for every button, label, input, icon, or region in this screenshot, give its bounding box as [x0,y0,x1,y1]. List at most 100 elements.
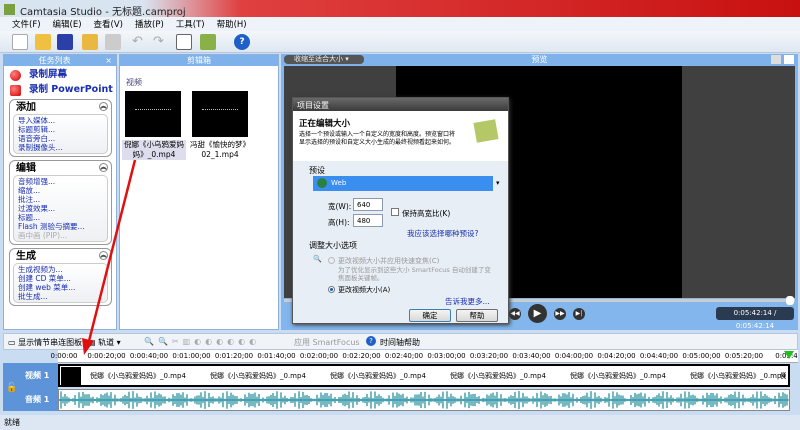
powerpoint-icon [10,84,21,96]
preset-value: Web [331,179,347,187]
ruler-tick: 0:04:20;00 [597,352,636,360]
video-track[interactable]: 倪娜《小乌鸦爱妈妈》_0.mp4 倪娜《小乌鸦爱妈妈》_0.mp4 倪娜《小乌鸦爱妈… [58,364,790,387]
help-icon[interactable]: ? [234,34,250,50]
timeline-help-button[interactable]: 时间轴帮助 [380,337,420,348]
ruler-tick: 0:04:40;00 [639,352,679,360]
new-icon[interactable] [12,34,28,50]
rewind-icon[interactable]: ◀◀ [509,308,521,320]
tell-me-more-link[interactable]: 告诉我更多... [445,296,490,307]
dialog-heading: 正在编辑大小 [299,119,351,129]
group-title: 添加 [16,102,36,113]
record-screen-button[interactable]: 录制屏幕 [10,69,116,81]
clip-label: 倪娜《小乌鸦爱妈妈》_0.mp4 [690,372,786,380]
web-menu-link[interactable]: 创建 web 菜单... [18,283,103,292]
preset-select[interactable]: Web ▾ [313,176,500,191]
task-list-icon[interactable] [176,34,192,50]
menu-view[interactable]: 查看(V) [94,18,123,30]
height-input[interactable]: 480 [353,214,383,227]
option2-radio[interactable] [328,286,335,293]
produce-video-link[interactable]: 生成视频为... [18,265,103,274]
group-title: 编辑 [16,163,36,174]
help-icon[interactable]: ? [366,336,376,346]
seek-handle[interactable] [786,296,794,305]
ruler-tick: 0:00:20;00 [87,352,126,360]
import-icon[interactable] [82,34,98,50]
close-icon[interactable]: × [105,55,112,66]
audio-track[interactable] [58,389,790,411]
clip-name[interactable]: 冯甜《愉快的梦》02_1.mp4 [188,140,252,160]
zoom-link[interactable]: 缩放... [18,186,103,195]
redo-icon[interactable]: ↷ [153,34,169,50]
menu-help[interactable]: 帮助(H) [217,18,247,30]
cd-menu-link[interactable]: 创建 CD 菜单... [18,274,103,283]
dialog-title: 项目设置 [293,98,508,111]
track-header: 🔓 视频 1 音频 1 [3,363,58,411]
menu-file[interactable]: 文件(F) [12,18,41,30]
collapse-icon[interactable]: ︽ [99,163,108,172]
captions-link[interactable]: 标题... [18,213,103,222]
clip-thumbnail[interactable] [192,91,248,137]
audio-enhance-link[interactable]: 音频增强... [18,177,103,186]
produce-icon[interactable] [200,34,216,50]
width-input[interactable]: 640 [353,198,383,211]
smartfocus-label: 应用 SmartFocus [294,338,360,347]
fullscreen-icon[interactable] [771,55,781,64]
tracks-button[interactable]: ▤ 轨道 ▾ [88,337,121,348]
menu-bar: 文件(F) 编辑(E) 查看(V) 播放(P) 工具(T) 帮助(H) [0,17,800,31]
which-preset-link[interactable]: 我应该选择哪种预设? [407,228,478,239]
save-as-icon[interactable] [105,34,121,50]
tracks-label: 轨道 [98,338,115,347]
ruler-tick: 0:00:40;00 [129,352,169,360]
timeline-ruler[interactable]: 0:00:00 0:00:20;00 0:00:40;00 0:01:00;00 0:0… [51,350,798,363]
clip-name[interactable]: 倪娜《小乌鸦爱妈妈》_0.mp4 [122,140,186,160]
resize-options-label: 调整大小选项 [309,241,357,250]
record-screen-label: 录制屏幕 [29,69,68,80]
menu-play[interactable]: 播放(P) [135,18,164,30]
voice-narration-link[interactable]: 语音旁白... [18,134,103,143]
produce-group: 生成 ︽ 生成视频为... 创建 CD 菜单... 创建 web 菜单... 批生成..… [9,248,112,306]
fast-forward-icon[interactable]: ▶▶ [554,308,566,320]
record-icon [10,69,21,81]
record-camera-link[interactable]: 录制摄像头... [18,143,103,152]
callouts-link[interactable]: 批注... [18,195,103,204]
collapse-icon[interactable]: ︽ [99,251,108,260]
next-icon[interactable]: ▶| [573,308,585,320]
clip-thumbnail[interactable] [125,91,181,137]
lock-icon[interactable]: 🔓 [6,383,17,393]
storyboard-button[interactable]: ▭ 显示情节串连图板 [8,337,82,348]
camtasia-logo-icon [473,119,499,143]
menu-tools[interactable]: 工具(T) [176,18,205,30]
record-ppt-button[interactable]: 录制 PowerPoint [10,84,116,96]
ruler-tick: 0:00:00 [50,352,78,360]
play-icon[interactable]: ▶ [528,304,547,323]
collapse-icon[interactable]: ︽ [99,102,108,111]
ok-button[interactable]: 确定 [409,309,451,322]
zoom-select[interactable]: 收缩至适合大小 ▾ [284,55,364,64]
batch-produce-link[interactable]: 批生成... [18,292,103,301]
clip-label: 倪娜《小乌鸦爱妈妈》_0.mp4 [330,372,426,380]
keep-ratio-checkbox[interactable] [391,208,399,216]
option1-note: 为了优化显示到这些大小 SmartFocus 自动创建了变焦面板关键帧。 [338,266,491,282]
detach-icon[interactable] [784,55,794,64]
flash-quiz-link[interactable]: Flash 测验与摘要... [18,222,103,231]
toolbar: ↶ ↷ ? [0,31,800,53]
undo-icon[interactable]: ↶ [132,34,148,50]
ruler-tick: 0:03:00;00 [427,352,466,360]
save-icon[interactable] [57,34,73,50]
record-ppt-label: 录制 PowerPoint [29,84,113,95]
ruler-tick: 0:03:20;00 [469,352,509,360]
playhead-marker[interactable] [784,351,794,359]
title-clip-link[interactable]: 标题剪辑... [18,125,103,134]
dropdown-arrow-icon[interactable]: ▾ [496,179,500,187]
keep-ratio-label: 保持高宽比(K) [402,209,451,218]
ruler-tick: 0:02:00;00 [299,352,339,360]
help-button[interactable]: 帮助 [456,309,498,322]
menu-edit[interactable]: 编辑(E) [53,18,82,30]
clip-bin-panel: 剪辑箱 视频 倪娜《小乌鸦爱妈妈》_0.mp4 冯甜《愉快的梦》02_1.mp4 [119,54,279,330]
transitions-link[interactable]: 过渡效果... [18,204,103,213]
open-folder-icon[interactable] [35,34,51,50]
status-bar: 就绪 [0,415,800,430]
ruler-tick: 0:02:40;00 [384,352,424,360]
option1-radio[interactable] [328,257,335,264]
import-media-link[interactable]: 导入媒体... [18,116,103,125]
